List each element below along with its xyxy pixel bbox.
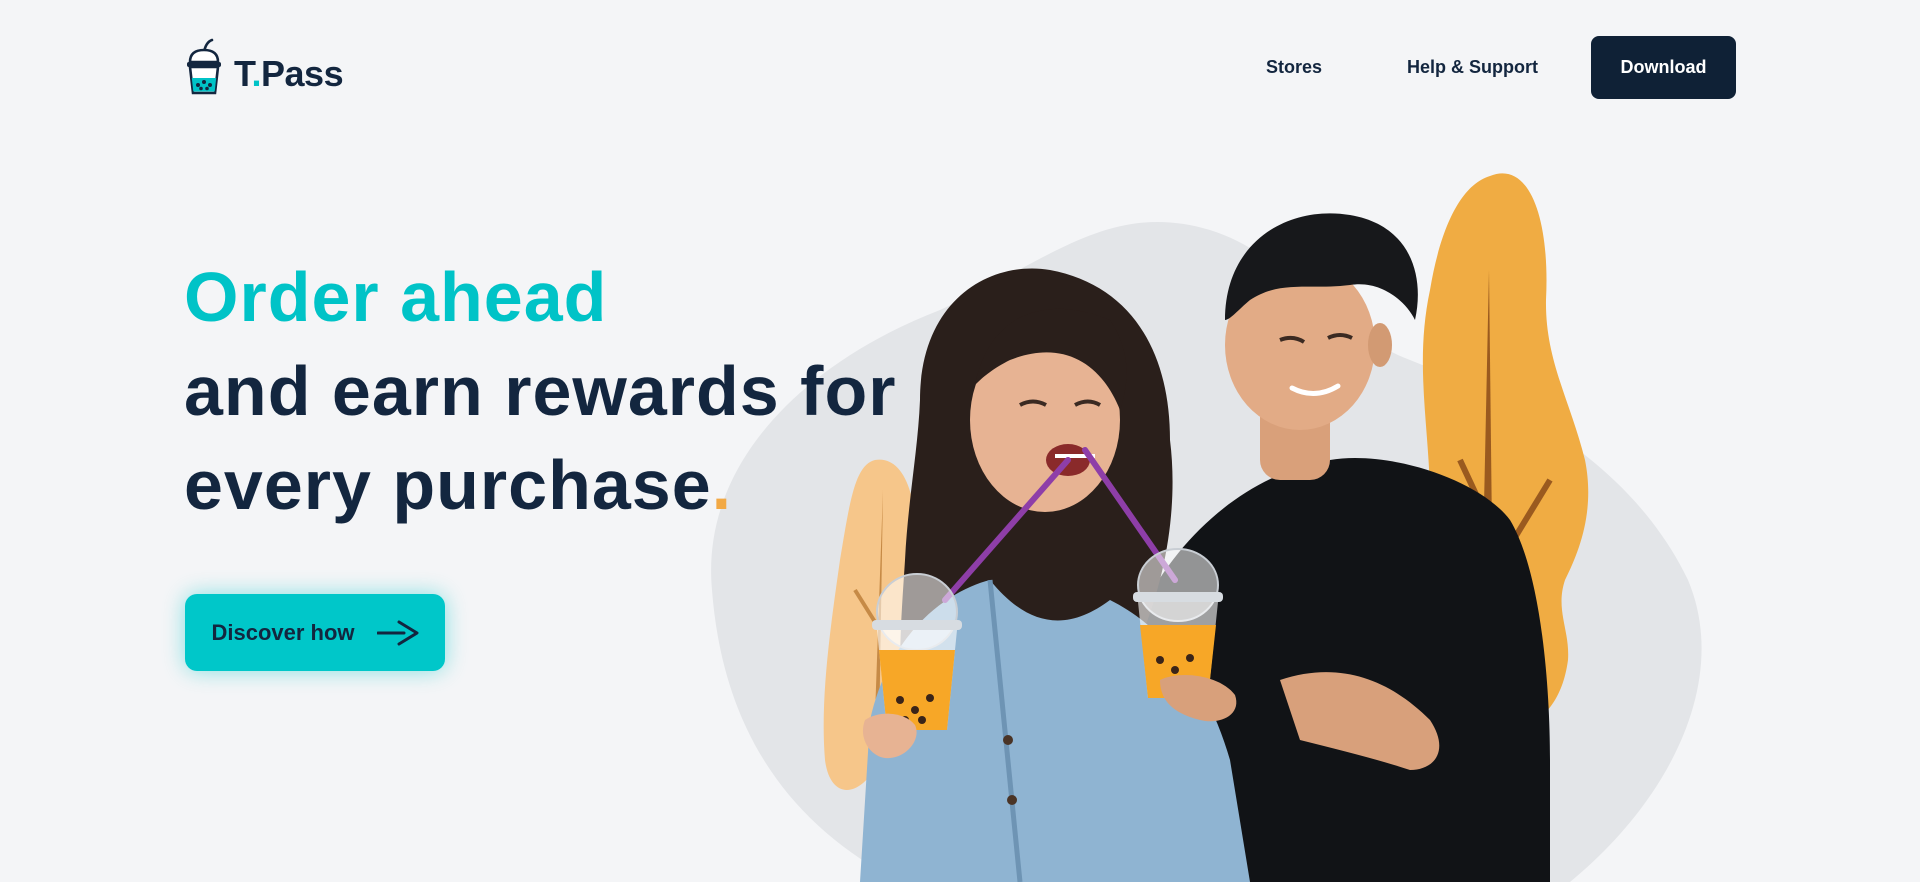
nav-link-stores[interactable]: Stores — [1266, 57, 1322, 78]
landing-page: T.Pass Stores Help & Support Download Or… — [0, 0, 1920, 882]
headline-line-3-text: every purchase — [184, 446, 712, 524]
bubble-tea-cup-icon — [187, 38, 221, 95]
headline-line-3: every purchase. — [184, 438, 896, 532]
logo-wordmark-pass: Pass — [261, 53, 344, 94]
hero-headline: Order ahead and earn rewards for every p… — [184, 250, 896, 532]
headline-line-2: and earn rewards for — [184, 352, 897, 430]
download-button[interactable]: Download — [1591, 36, 1736, 99]
headline-period: . — [711, 446, 733, 524]
discover-how-label: Discover how — [211, 619, 355, 645]
logo-wordmark-dot: . — [251, 53, 262, 94]
discover-how-button[interactable]: Discover how — [185, 594, 445, 671]
arrow-right-icon — [376, 620, 419, 645]
logo-wordmark-t: T — [234, 53, 252, 94]
logo-link[interactable]: T.Pass — [184, 38, 344, 96]
main-nav: Stores Help & Support Download — [1266, 36, 1736, 99]
logo-wordmark: T.Pass — [234, 53, 344, 95]
headline-accent: Order ahead — [184, 258, 608, 336]
nav-link-help-support[interactable]: Help & Support — [1407, 57, 1538, 78]
